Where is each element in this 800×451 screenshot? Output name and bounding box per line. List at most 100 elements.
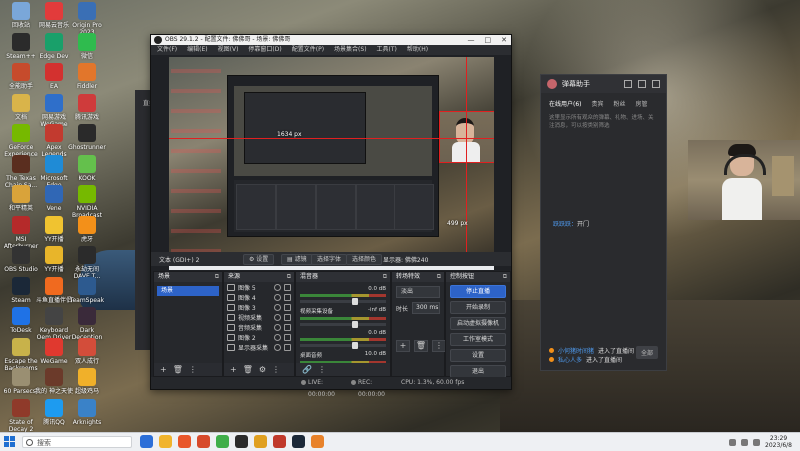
- filter-all-button[interactable]: 全部: [635, 346, 658, 359]
- start-recording-button[interactable]: 开始录制: [450, 301, 506, 314]
- source-settings-button[interactable]: ⚙ 设置: [243, 254, 275, 265]
- tab-fans[interactable]: 粉丝: [614, 99, 626, 108]
- tab-vip[interactable]: 贵宾: [592, 99, 604, 108]
- scene-properties-button[interactable]: ⋮: [189, 365, 197, 374]
- close-icon[interactable]: [652, 80, 660, 88]
- remove-scene-button[interactable]: 🗑: [173, 365, 183, 374]
- desktop-icon[interactable]: 永劫无间 DAVE T...: [68, 246, 106, 280]
- desktop-icon[interactable]: Fiddler: [68, 63, 106, 90]
- danmu-user[interactable]: 跃跃跃: [553, 221, 571, 228]
- scene-item[interactable]: 场景: [157, 286, 219, 296]
- menu-scene-collection[interactable]: 场景集合(S): [334, 45, 367, 55]
- taskbar-app-icon[interactable]: [197, 435, 210, 448]
- visibility-eye-icon[interactable]: [274, 303, 281, 311]
- tab-online-users[interactable]: 在线用户(6): [549, 99, 582, 108]
- taskbar-app-icon[interactable]: [311, 435, 324, 448]
- source-properties-button[interactable]: ⚙: [259, 365, 266, 374]
- source-row[interactable]: 图像 4: [224, 292, 294, 302]
- volume-slider[interactable]: [300, 298, 386, 305]
- menu-edit[interactable]: 编辑(E): [187, 45, 207, 55]
- volume-slider[interactable]: [300, 321, 386, 328]
- stop-streaming-button[interactable]: 停止直播: [450, 285, 506, 298]
- desktop-icon[interactable]: 双人成行: [68, 337, 106, 365]
- network-icon[interactable]: [741, 438, 749, 446]
- notice-user[interactable]: 小何猪时间猪: [558, 346, 594, 355]
- dock-options-icon[interactable]: ⧉: [503, 272, 507, 282]
- desktop-icon[interactable]: 超级鸡马: [68, 368, 106, 395]
- lock-icon[interactable]: [284, 343, 291, 351]
- maximize-button[interactable]: □: [485, 35, 492, 45]
- desktop-icon[interactable]: Dark Deception: [68, 307, 106, 341]
- transition-properties-button[interactable]: ⋮: [432, 340, 446, 352]
- lock-icon[interactable]: [284, 313, 291, 321]
- desktop-icon[interactable]: 微信: [68, 32, 106, 60]
- volume-icon[interactable]: [753, 438, 761, 446]
- desktop-icon[interactable]: NVIDIA Broadcast: [68, 185, 106, 219]
- visibility-eye-icon[interactable]: [274, 293, 281, 301]
- source-row[interactable]: 图像 5: [224, 282, 294, 292]
- taskbar-search-input[interactable]: 搜索: [22, 436, 132, 448]
- dock-options-icon[interactable]: ⧉: [437, 272, 441, 282]
- menu-help[interactable]: 帮助(H): [407, 45, 428, 55]
- notice-user[interactable]: 私心人多: [558, 355, 582, 364]
- obs-titlebar[interactable]: OBS 29.1.2 - 配置文件: 佛佛哥 - 场景: 佛佛哥 — □ ✕: [151, 35, 511, 45]
- lock-icon[interactable]: [284, 283, 291, 291]
- studio-mode-button[interactable]: 工作室模式: [450, 333, 506, 346]
- menu-profile[interactable]: 配置文件(P): [292, 45, 324, 55]
- taskbar-app-icon[interactable]: [254, 435, 267, 448]
- dock-options-icon[interactable]: ⧉: [215, 272, 219, 282]
- start-virtual-camera-button[interactable]: 启动虚拟摄像机: [450, 317, 506, 330]
- lock-icon[interactable]: [284, 293, 291, 301]
- add-source-button[interactable]: +: [230, 365, 237, 374]
- visibility-eye-icon[interactable]: [274, 323, 281, 331]
- lock-icon[interactable]: [284, 333, 291, 341]
- minimize-icon[interactable]: [638, 80, 646, 88]
- menu-file[interactable]: 文件(F): [157, 45, 177, 55]
- source-row[interactable]: 显示器采集: [224, 342, 294, 352]
- source-filters-button[interactable]: ▤ 滤镜: [281, 254, 313, 265]
- duration-input[interactable]: 300 ms: [412, 302, 440, 314]
- dock-options-icon[interactable]: ⧉: [383, 272, 387, 282]
- taskbar-app-icon[interactable]: [292, 435, 305, 448]
- select-font-button[interactable]: 选择字体: [311, 254, 348, 265]
- mixer-more-button[interactable]: ⋮: [318, 365, 326, 374]
- taskbar-app-icon[interactable]: [140, 435, 153, 448]
- taskbar-app-icon[interactable]: [178, 435, 191, 448]
- transition-select[interactable]: 淡出: [396, 286, 440, 298]
- mixer-link-icon[interactable]: 🔗: [302, 365, 312, 374]
- remove-transition-button[interactable]: 🗑: [414, 340, 428, 352]
- remove-source-button[interactable]: 🗑: [243, 365, 253, 374]
- settings-button[interactable]: 设置: [450, 349, 506, 362]
- settings-icon[interactable]: [624, 80, 632, 88]
- visibility-eye-icon[interactable]: [274, 283, 281, 291]
- visibility-eye-icon[interactable]: [274, 333, 281, 341]
- clock[interactable]: 23:29 2023/6/8: [765, 435, 792, 449]
- lock-icon[interactable]: [284, 303, 291, 311]
- desktop-icon[interactable]: TeamSpeak: [68, 276, 106, 304]
- menu-docks[interactable]: 停靠窗口(D): [248, 45, 281, 55]
- tray-expand-icon[interactable]: [729, 438, 737, 446]
- menu-view[interactable]: 视图(V): [218, 45, 239, 55]
- source-row[interactable]: 音频采集: [224, 322, 294, 332]
- taskbar-app-icon[interactable]: [216, 435, 229, 448]
- select-color-button[interactable]: 选择颜色: [346, 254, 383, 265]
- tab-admins[interactable]: 房管: [636, 99, 648, 108]
- add-transition-button[interactable]: +: [396, 340, 410, 352]
- desktop-icon[interactable]: Arknights: [68, 398, 106, 426]
- desktop-icon[interactable]: 腾讯游戏: [68, 93, 106, 121]
- dock-options-icon[interactable]: ⧉: [287, 272, 291, 282]
- windows-start-icon[interactable]: [4, 436, 16, 448]
- lock-icon[interactable]: [284, 323, 291, 331]
- source-more-button[interactable]: ⋮: [272, 365, 280, 374]
- source-row[interactable]: 图像 2: [224, 332, 294, 342]
- visibility-eye-icon[interactable]: [274, 313, 281, 321]
- taskbar-app-icon[interactable]: [159, 435, 172, 448]
- taskbar-app-icon[interactable]: [235, 435, 248, 448]
- volume-slider[interactable]: [300, 342, 386, 349]
- visibility-eye-icon[interactable]: [274, 343, 281, 351]
- close-button[interactable]: ✕: [501, 35, 507, 45]
- preview-canvas[interactable]: 1634 px 499 px: [169, 57, 494, 270]
- desktop-icon[interactable]: 虎牙: [68, 215, 106, 243]
- source-row[interactable]: 图像 3: [224, 302, 294, 312]
- taskbar-app-icon[interactable]: [273, 435, 286, 448]
